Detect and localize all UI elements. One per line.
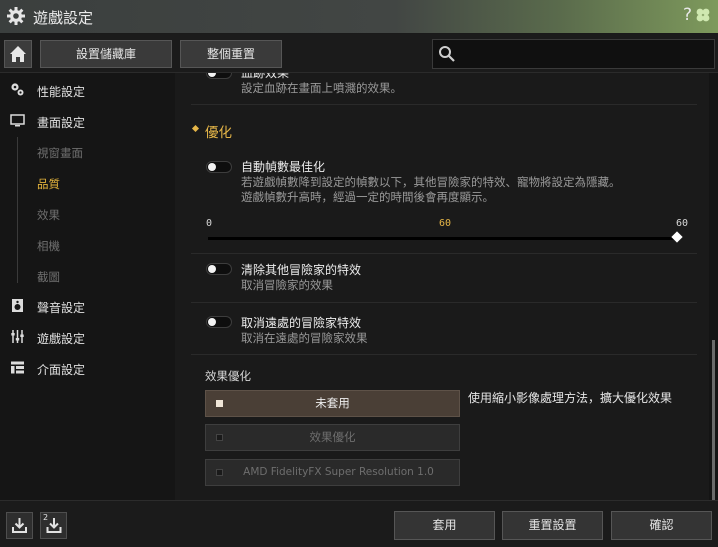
divider [191,354,697,355]
apply-button[interactable]: 套用 [394,511,495,540]
divider [191,104,697,105]
speaker-icon [12,299,23,312]
sliders-icon [11,330,24,343]
title-bar: 遊戲設定 ? [0,0,718,34]
gear-icon [7,7,25,25]
sidebar-item-label: 遊戲設定 [37,332,86,346]
fps-slider-handle[interactable] [671,231,683,243]
sidebar-item-quality[interactable]: 品質 [0,168,175,198]
sidebar-item-window[interactable]: 視窗畫面 [0,137,175,167]
sidebar: 性能設定 畫面設定 視窗畫面 品質 效果 相機 截圖 聲音設定 遊戲設定 介面設… [0,73,175,500]
option-desc: 遊戲幀數升高時，經過一定的時間後會再度顯示。 [241,190,494,204]
bottom-bar: 2 套用 重置設置 確認 [0,500,718,547]
save-library-button[interactable]: 設置儲藏庫 [40,40,172,68]
confirm-button[interactable]: 確認 [611,511,712,540]
sidebar-item-label: 聲音設定 [37,301,86,315]
reset-settings-button[interactable]: 重置設置 [502,511,603,540]
sidebar-item-label: 性能設定 [37,85,86,99]
effect-opt-label: 效果優化 [205,369,251,383]
sidebar-item-label: 截圖 [37,270,60,284]
interface-icon [11,361,24,374]
search-icon [439,46,455,62]
help-button[interactable]: ? [683,5,692,25]
clear-others-toggle[interactable] [206,263,232,275]
home-button[interactable] [4,40,32,68]
sidebar-item-display[interactable]: 畫面設定 [0,106,175,136]
slider-max-label: 60 [676,218,689,229]
download-icon [12,518,27,533]
toolbar: 設置儲藏庫 整個重置 [0,34,718,73]
section-title: 優化 [205,125,232,141]
home-icon [10,46,26,62]
clover-icon[interactable] [694,6,712,24]
option-label: 未套用 [315,396,350,410]
radio-indicator [216,400,223,407]
divider [191,253,697,254]
reset-all-button[interactable]: 整個重置 [180,40,282,68]
sidebar-item-label: 品質 [37,177,60,191]
window-title: 遊戲設定 [33,9,94,27]
sidebar-item-interface[interactable]: 介面設定 [0,353,175,383]
slot-number: 2 [43,513,49,522]
sidebar-item-label: 視窗畫面 [37,146,83,160]
slider-value-label: 60 [439,218,452,229]
sidebar-item-label: 介面設定 [37,363,86,377]
download-preset-2-button[interactable]: 2 [40,512,67,539]
sidebar-item-game[interactable]: 遊戲設定 [0,322,175,352]
radio-indicator [216,434,223,441]
option-title: 自動幀數最佳化 [241,160,326,174]
blood-effect-toggle[interactable] [206,73,232,79]
far-effects-toggle[interactable] [206,316,232,328]
sidebar-item-camera[interactable]: 相機 [0,230,175,260]
sidebar-item-performance[interactable]: 性能設定 [0,75,175,105]
option-desc: 若遊戲幀數降到設定的幀數以下，其他冒險家的特效、寵物將設定為隱藏。 [241,175,621,189]
effect-opt-note: 使用縮小影像處理方法，擴大優化效果 [468,391,673,405]
section-bullet [191,124,200,133]
search-input[interactable] [432,39,715,69]
divider [191,302,697,303]
radio-indicator [216,469,223,476]
option-effect-opt[interactable]: 效果優化 [205,424,460,451]
option-desc: 取消冒險家的效果 [241,278,333,292]
fps-slider-track[interactable] [208,237,680,240]
scrollbar-thumb[interactable] [712,340,715,500]
option-label: 效果優化 [309,430,356,444]
option-label: AMD FidelityFX Super Resolution 1.0 [243,466,434,478]
auto-fps-toggle[interactable] [206,161,232,173]
option-title: 血跡效果 [241,73,290,80]
sidebar-item-label: 相機 [37,239,60,253]
settings-panel: 血跡效果 設定血跡在畫面上噴濺的效果。 優化 自動幀數最佳化 若遊戲幀數降到設定… [175,73,709,500]
performance-gears-icon [11,83,24,96]
sidebar-item-label: 畫面設定 [37,116,86,130]
option-amd-fsr[interactable]: AMD FidelityFX Super Resolution 1.0 [205,459,460,486]
option-title: 清除其他冒險家的特效 [241,263,362,277]
sidebar-item-effects[interactable]: 效果 [0,199,175,229]
sidebar-item-screenshot[interactable]: 截圖 [0,261,175,291]
download-preset-button[interactable] [6,512,33,539]
option-desc: 設定血跡在畫面上噴濺的效果。 [241,81,402,95]
sidebar-item-label: 效果 [37,208,60,222]
option-title: 取消遠處的冒險家特效 [241,316,362,330]
option-not-applied[interactable]: 未套用 [205,390,460,417]
option-desc: 取消在遠處的冒險家效果 [241,331,368,345]
sidebar-item-sound[interactable]: 聲音設定 [0,291,175,321]
monitor-icon [10,114,25,127]
slider-min-label: 0 [206,218,213,229]
